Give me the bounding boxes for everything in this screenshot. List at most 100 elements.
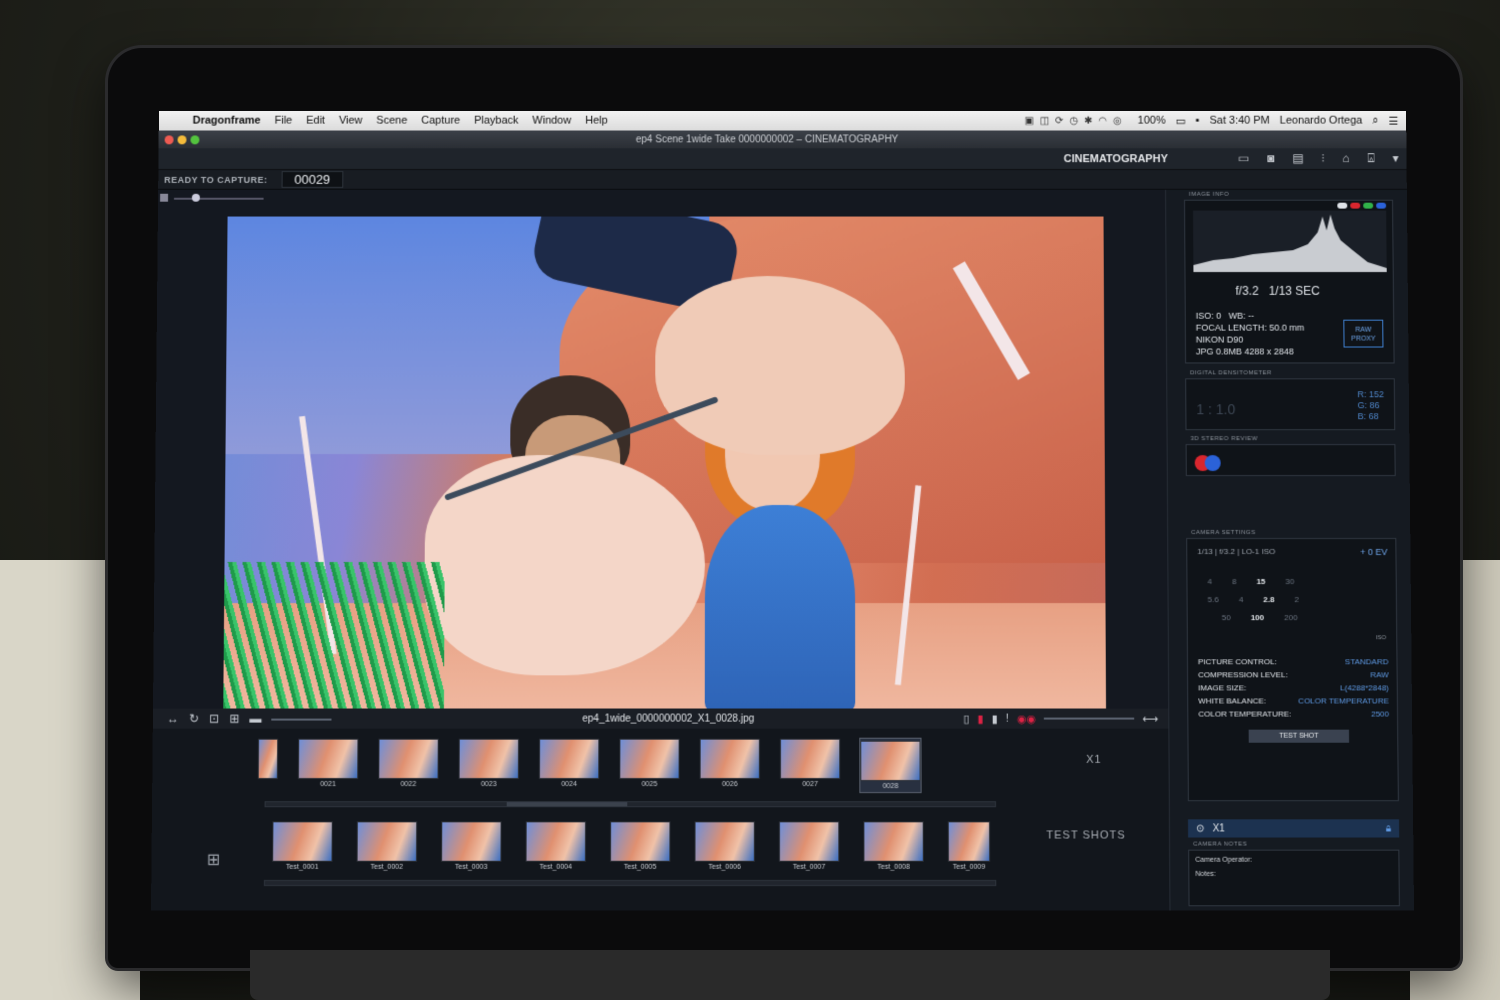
dial-value: 200 xyxy=(1284,613,1298,623)
frame-strip-scrollbar[interactable] xyxy=(264,801,997,808)
exposure-row[interactable]: ⊙ X1 🔒︎ xyxy=(1187,819,1400,838)
frame-number: 0027 xyxy=(802,781,818,789)
menu-window[interactable]: Window xyxy=(532,115,571,127)
xsheet-workspace-icon[interactable]: ▤ xyxy=(1292,151,1303,166)
raw-proxy-button[interactable]: RAW PROXY xyxy=(1343,319,1384,348)
viewer-area xyxy=(153,189,1169,713)
safe-area-icon[interactable]: ⊡ xyxy=(209,712,219,726)
frame-thumb[interactable]: 0023 xyxy=(458,738,520,792)
user-name[interactable]: Leonardo Ortega xyxy=(1280,115,1363,127)
frame-thumb[interactable]: 0027 xyxy=(779,738,841,792)
fit-to-window-icon[interactable]: ⟷ xyxy=(1142,712,1158,725)
flag-icon[interactable]: ▪ xyxy=(1196,115,1200,127)
iso-label: ISO xyxy=(1375,635,1387,642)
dmx-workspace-icon[interactable]: ⍓ xyxy=(1367,151,1374,166)
menu-capture[interactable]: Capture xyxy=(421,115,460,127)
notes-field[interactable]: Notes: xyxy=(1195,871,1215,878)
red-channel-icon[interactable] xyxy=(1350,202,1361,209)
zoom-window-button[interactable] xyxy=(190,134,200,144)
exposure-label: X1 xyxy=(1086,753,1102,766)
add-test-shot-icon[interactable]: ⊞ xyxy=(207,850,221,870)
test-shot-thumb[interactable]: Test_0007 xyxy=(778,821,840,871)
live-view-image[interactable] xyxy=(223,216,1107,713)
test-shot-thumb[interactable]: Test_0004 xyxy=(525,821,587,871)
menu-scene[interactable]: Scene xyxy=(376,115,407,127)
test-shot-scrollbar[interactable] xyxy=(263,879,997,887)
green-channel-icon[interactable] xyxy=(1363,202,1374,209)
menu-view[interactable]: View xyxy=(339,115,363,127)
setting-compression-level[interactable]: COMPRESSION LEVEL: RAW xyxy=(1198,670,1389,683)
menu-help[interactable]: Help xyxy=(585,115,608,127)
aperture-dial[interactable]: 5.6 4 2.8 2 xyxy=(1208,595,1299,604)
letterbox-icon[interactable]: ▬ xyxy=(249,712,261,726)
frame-thumb[interactable]: 0025 xyxy=(619,738,680,792)
menu-edit[interactable]: Edit xyxy=(306,115,325,127)
animation-workspace-icon[interactable]: ▭ xyxy=(1238,151,1249,166)
menu-playback[interactable]: Playback xyxy=(474,115,518,127)
close-window-button[interactable] xyxy=(164,134,174,144)
test-shot-thumb[interactable]: Test_0005 xyxy=(610,821,671,871)
grayscale-view-icon[interactable]: ▮ xyxy=(992,712,998,725)
scrollbar-thumb[interactable] xyxy=(506,802,628,807)
frame-thumb[interactable]: 0022 xyxy=(378,738,439,792)
iso-dial[interactable]: 50 100 200 xyxy=(1222,613,1298,622)
notification-list-icon[interactable]: ☰ xyxy=(1388,114,1398,127)
test-shot-thumb[interactable]: Test_0009 xyxy=(947,821,991,871)
status-icons[interactable]: ▣◫⟳◷✱◠◎ xyxy=(1024,115,1127,126)
blue-channel-icon[interactable] xyxy=(1376,202,1387,209)
zoom-slider[interactable] xyxy=(271,718,332,721)
test-shot-image xyxy=(863,821,924,862)
frame-thumb-partial[interactable] xyxy=(257,738,279,792)
stereo-glasses-icon[interactable]: ◉◉ xyxy=(1017,712,1036,725)
menu-app-name[interactable]: Dragonframe xyxy=(193,115,261,127)
clock[interactable]: Sat 3:40 PM xyxy=(1210,115,1270,127)
test-shot-label: Test_0002 xyxy=(370,863,404,871)
test-shot-thumb[interactable]: Test_0006 xyxy=(694,821,755,871)
cinematography-workspace-icon[interactable]: ◙ xyxy=(1267,151,1274,166)
flip-horizontal-icon[interactable]: ↔ xyxy=(167,712,179,726)
setting-picture-control[interactable]: PICTURE CONTROL: STANDARD xyxy=(1198,657,1389,670)
image-metadata: ISO: 0 WB: -- FOCAL LENGTH: 50.0 mm NIKO… xyxy=(1196,310,1305,358)
spotlight-search-icon[interactable]: ⌕ xyxy=(1372,114,1378,127)
info-overlay-icon[interactable]: ▯ xyxy=(963,712,969,725)
chevron-down-icon[interactable]: ▾ xyxy=(1392,151,1398,166)
stereo-anaglyph-icon[interactable] xyxy=(1194,455,1221,476)
rotate-icon[interactable]: ↻ xyxy=(189,712,199,726)
lock-icon[interactable]: 🔒︎ xyxy=(1386,823,1391,834)
luma-channel-icon[interactable] xyxy=(1337,202,1348,209)
motion-control-workspace-icon[interactable]: ⌂ xyxy=(1342,151,1349,166)
test-shot-thumb[interactable]: Test_0001 xyxy=(272,821,333,871)
rgb-view-icon[interactable]: ▮ xyxy=(977,712,983,725)
minimize-window-button[interactable] xyxy=(177,134,187,144)
shutter-dial[interactable]: 4 8 15 30 xyxy=(1207,577,1294,586)
histogram xyxy=(1193,210,1387,273)
setting-color-temperature[interactable]: COLOR TEMPERATURE: 2500 xyxy=(1198,710,1389,723)
setting-key: COMPRESSION LEVEL: xyxy=(1198,670,1288,680)
test-shot-label: Test_0005 xyxy=(623,863,657,871)
test-shot-thumb[interactable]: Test_0002 xyxy=(356,821,418,871)
dial-value: 5.6 xyxy=(1207,595,1219,605)
brightness-slider[interactable] xyxy=(1044,717,1135,720)
test-shot-thumb[interactable]: Test_0003 xyxy=(441,821,502,871)
frame-thumb[interactable]: 0024 xyxy=(538,738,600,792)
grid-icon[interactable]: ⊞ xyxy=(229,712,239,726)
setting-white-balance[interactable]: WHITE BALANCE: COLOR TEMPERATURE xyxy=(1198,696,1389,709)
clipping-view-icon[interactable]: ! xyxy=(1006,713,1009,725)
frame-thumb-image xyxy=(257,738,279,779)
camera-operator-field[interactable]: Camera Operator: xyxy=(1195,857,1252,864)
window-titlebar: ep4 Scene 1wide Take 0000000002 – CINEMA… xyxy=(158,130,1407,149)
frame-thumb-selected[interactable]: 0028 xyxy=(859,737,922,794)
opacity-slider[interactable] xyxy=(173,197,264,200)
exposure-compensation[interactable]: + 0 EV xyxy=(1360,547,1387,557)
setting-image-size[interactable]: IMAGE SIZE: L(4288*2848) xyxy=(1198,683,1389,696)
audio-workspace-icon[interactable]: ⫶ xyxy=(1321,151,1324,166)
battery-icon[interactable]: ▭ xyxy=(1175,114,1185,127)
test-shot-thumb[interactable]: Test_0008 xyxy=(863,821,924,871)
menu-file[interactable]: File xyxy=(275,115,293,127)
frame-thumb[interactable]: 0021 xyxy=(297,738,359,792)
target-icon[interactable]: ⊙ xyxy=(1196,823,1205,834)
frame-thumb[interactable]: 0026 xyxy=(699,738,760,792)
camera-setting-list: PICTURE CONTROL: STANDARD COMPRESSION LEV… xyxy=(1198,657,1389,722)
test-shot-button[interactable]: TEST SHOT xyxy=(1248,729,1350,743)
iso-value: ISO: 0 xyxy=(1195,310,1222,321)
